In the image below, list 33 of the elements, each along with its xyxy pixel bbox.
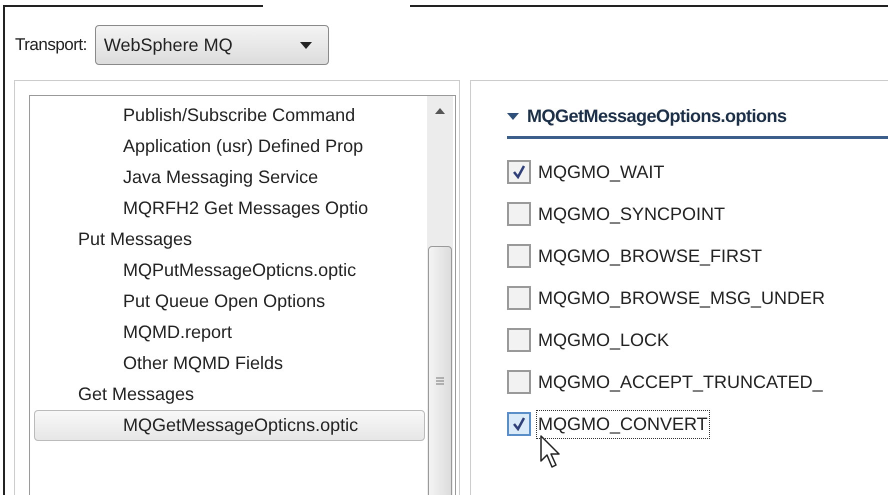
option-label[interactable]: MQGMO_CONVERT xyxy=(537,410,709,438)
tree-item[interactable]: MQRFH2 Get Messages Optio xyxy=(34,193,425,224)
tree-item[interactable]: Publish/Subscribe Command xyxy=(34,100,425,131)
tree-item[interactable]: Other MQMD Fields xyxy=(34,348,425,379)
tree-item[interactable]: Get Messages xyxy=(34,379,425,410)
tree-item[interactable]: MQGetMessageOpticns.optic xyxy=(34,410,425,441)
checkmark-icon xyxy=(512,417,526,431)
checkbox[interactable] xyxy=(507,286,531,310)
dropdown-arrow-icon xyxy=(300,42,312,48)
checkbox[interactable] xyxy=(507,160,531,184)
tree-item[interactable]: MQPutMessageOpticns.optic xyxy=(34,255,425,286)
option-label[interactable]: MQGMO_WAIT xyxy=(537,158,666,186)
tree-item[interactable]: MQMD.report xyxy=(34,317,425,348)
scroll-up-icon xyxy=(435,108,445,114)
option-label[interactable]: MQGMO_LOCK xyxy=(537,326,670,354)
checkmark-icon xyxy=(512,165,526,179)
checkbox[interactable] xyxy=(507,328,531,352)
checkbox[interactable] xyxy=(507,244,531,268)
tree-item[interactable]: Java Messaging Service xyxy=(34,162,425,193)
section-header[interactable]: MQGetMessageOptions.options xyxy=(507,103,888,139)
tree-item[interactable]: Put Queue Open Options xyxy=(34,286,425,317)
transport-dropdown[interactable]: WebSphere MQ xyxy=(94,25,329,65)
option-label[interactable]: MQGMO_ACCEPT_TRUNCATED_ xyxy=(537,368,824,396)
transport-label: Transport: xyxy=(15,34,87,56)
option-label[interactable]: MQGMO_SYNCPOINT xyxy=(537,200,726,228)
tree-item[interactable]: Application (usr) Defined Prop xyxy=(34,131,425,162)
tree-item[interactable]: Put Messages xyxy=(34,224,425,255)
option-label[interactable]: MQGMO_BROWSE_FIRST xyxy=(537,242,764,270)
option-label[interactable]: MQGMO_BROWSE_MSG_UNDER xyxy=(537,284,826,312)
checkbox[interactable] xyxy=(507,370,531,394)
checkbox[interactable] xyxy=(507,412,531,436)
checkbox[interactable] xyxy=(507,202,531,226)
grip-icon xyxy=(436,377,444,385)
